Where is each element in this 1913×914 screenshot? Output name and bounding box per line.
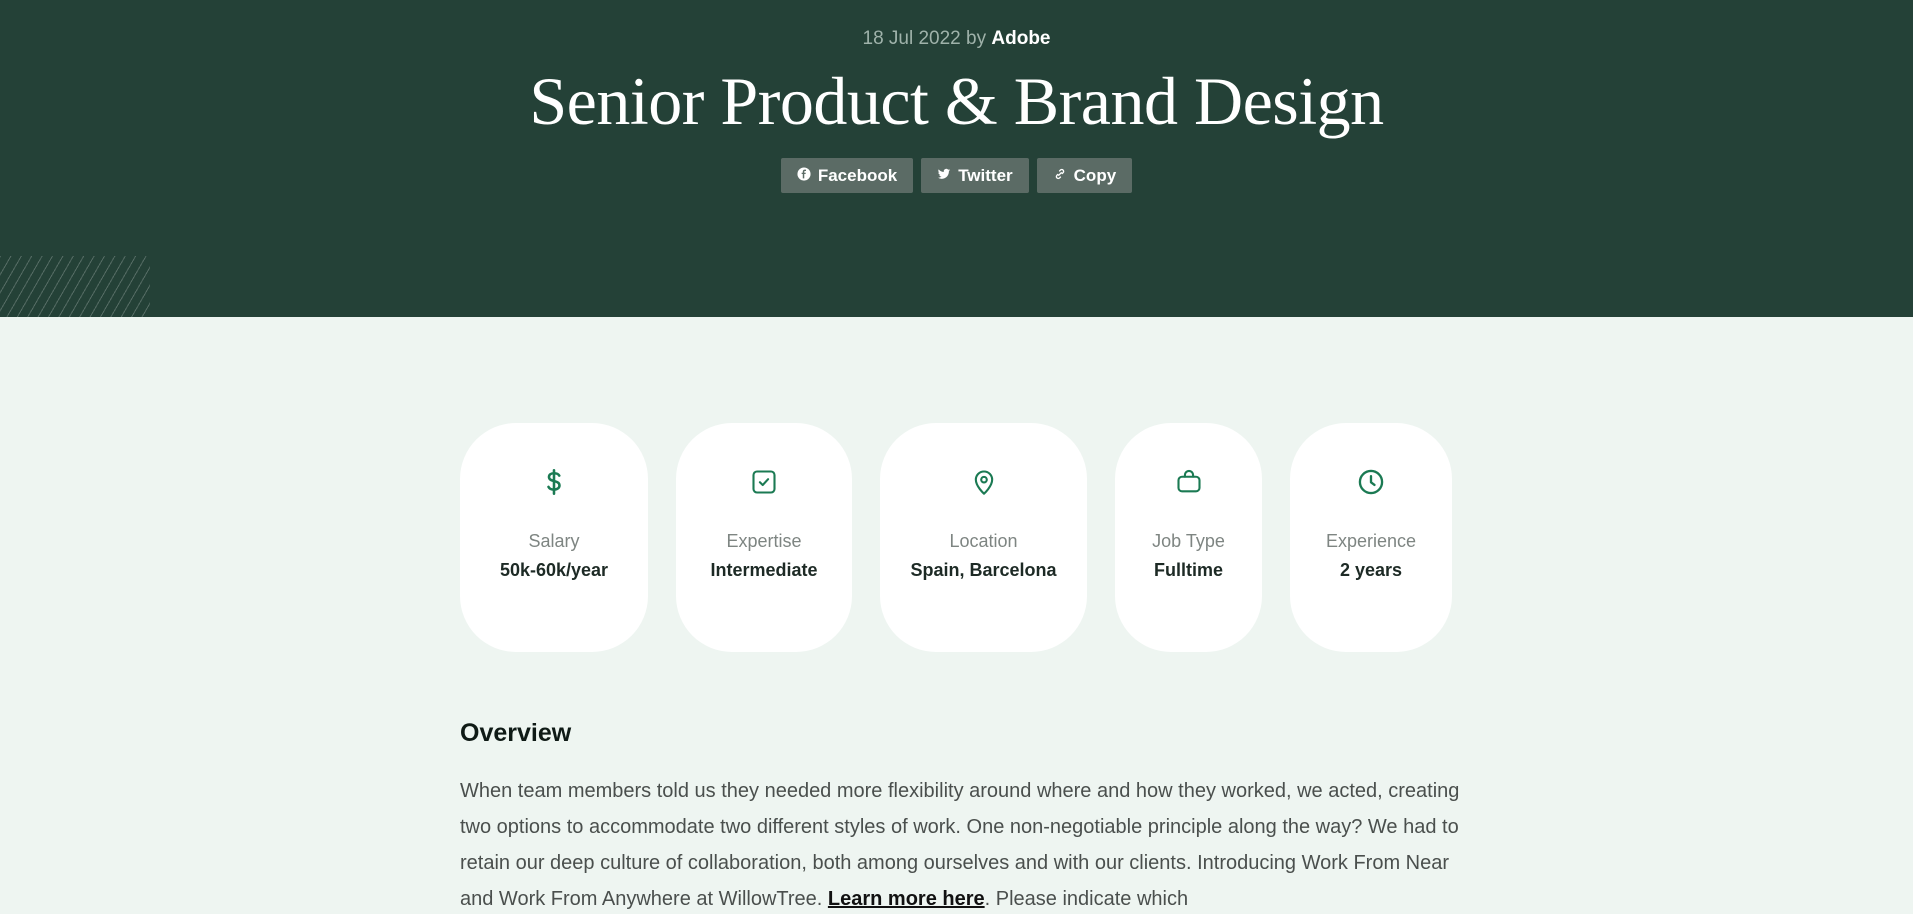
facebook-share-button[interactable]: Facebook [780,158,914,193]
overview-text-end: . Please indicate which [984,888,1189,910]
briefcase-icon [1174,467,1204,497]
detail-card-salary: Salary 50k-60k/year [460,423,648,652]
post-date: 18 Jul 2022 [862,28,961,49]
detail-value: Fulltime [1153,560,1223,580]
detail-value: Intermediate [710,560,818,580]
detail-label: Expertise [726,531,802,551]
job-details-cards: Salary 50k-60k/year Expertise Intermedia… [460,423,1452,652]
clock-icon [1356,467,1386,497]
detail-card-experience: Experience 2 years [1290,423,1452,652]
copy-label: Copy [1073,165,1117,185]
detail-card-job-type: Job Type Fulltime [1115,423,1262,652]
twitter-label: Twitter [958,165,1013,185]
twitter-icon [937,166,951,186]
overview-heading: Overview [460,719,572,747]
decorative-hatch-pattern [0,256,150,317]
by-label: by [966,28,987,49]
copy-link-button[interactable]: Copy [1036,158,1133,193]
detail-label: Salary [528,531,580,551]
detail-value: 50k-60k/year [499,560,609,580]
dollar-icon [539,467,569,497]
twitter-share-button[interactable]: Twitter [921,158,1029,193]
page-title: Senior Product & Brand Design [529,63,1384,139]
checkbox-icon [749,467,779,497]
hero-banner: 18 Jul 2022 by Adobe Senior Product & Br… [0,0,1913,317]
facebook-icon [797,166,811,186]
detail-label: Job Type [1152,531,1225,551]
detail-label: Experience [1325,531,1417,551]
share-buttons: Facebook Twitter Copy [0,158,1913,193]
detail-card-expertise: Expertise Intermediate [676,423,852,652]
overview-paragraph: When team members told us they needed mo… [460,773,1460,914]
post-meta: 18 Jul 2022 by Adobe [0,28,1913,50]
learn-more-link[interactable]: Learn more here [828,888,985,910]
author-name[interactable]: Adobe [991,28,1050,49]
detail-label: Location [949,531,1018,551]
detail-value: 2 years [1339,560,1403,580]
detail-value: Spain, Barcelona [910,560,1057,580]
map-pin-icon [969,467,999,497]
link-icon [1053,166,1067,186]
facebook-label: Facebook [817,165,898,185]
detail-card-location: Location Spain, Barcelona [880,423,1087,652]
